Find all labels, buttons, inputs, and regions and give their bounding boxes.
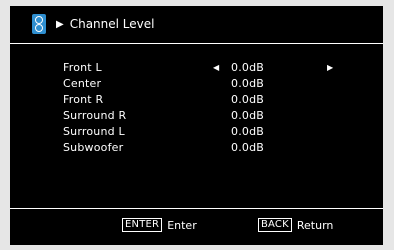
channel-row-front-l[interactable]: Front L ◀ 0.0dB ▶ xyxy=(63,59,383,75)
channel-value: 0.0dB xyxy=(231,76,265,90)
back-hint[interactable]: BACK Return xyxy=(258,218,333,232)
increase-arrow-icon[interactable]: ▶ xyxy=(327,63,333,72)
channel-row-surround-r[interactable]: Surround R 0.0dB xyxy=(63,107,383,123)
channel-value: 0.0dB xyxy=(231,124,265,138)
decrease-arrow-icon[interactable]: ◀ xyxy=(213,63,231,72)
back-key-label: BACK xyxy=(258,218,292,232)
channel-value: 0.0dB xyxy=(231,108,265,122)
enter-hint[interactable]: ENTER Enter xyxy=(122,218,197,232)
channel-row-surround-l[interactable]: Surround L 0.0dB xyxy=(63,123,383,139)
channel-label: Front L xyxy=(63,60,102,74)
enter-hint-label: Enter xyxy=(167,218,197,232)
osd-screen: ▶ Channel Level Front L ◀ 0.0dB ▶ Center… xyxy=(10,6,383,245)
channel-row-subwoofer[interactable]: Subwoofer 0.0dB xyxy=(63,139,383,155)
title-arrow-icon: ▶ xyxy=(56,18,64,30)
channel-value: 0.0dB xyxy=(231,140,265,154)
channel-row-front-r[interactable]: Front R 0.0dB xyxy=(63,91,383,107)
channel-label: Center xyxy=(63,76,102,90)
channel-label: Surround L xyxy=(63,124,125,138)
back-hint-label: Return xyxy=(296,218,334,232)
channel-list: Front L ◀ 0.0dB ▶ Center 0.0dB Front R 0… xyxy=(63,59,383,155)
channel-value: 0.0dB xyxy=(231,92,265,106)
footer-divider xyxy=(10,208,383,209)
speaker-icon xyxy=(32,14,46,34)
channel-value: 0.0dB xyxy=(231,60,265,74)
channel-row-center[interactable]: Center 0.0dB xyxy=(63,75,383,91)
channel-label: Subwoofer xyxy=(63,140,124,154)
menu-header: ▶ Channel Level xyxy=(32,14,154,34)
channel-label: Surround R xyxy=(63,108,127,122)
channel-label: Front R xyxy=(63,92,104,106)
page-title: Channel Level xyxy=(69,17,155,31)
header-divider xyxy=(10,43,383,44)
enter-key-label: ENTER xyxy=(122,218,163,232)
